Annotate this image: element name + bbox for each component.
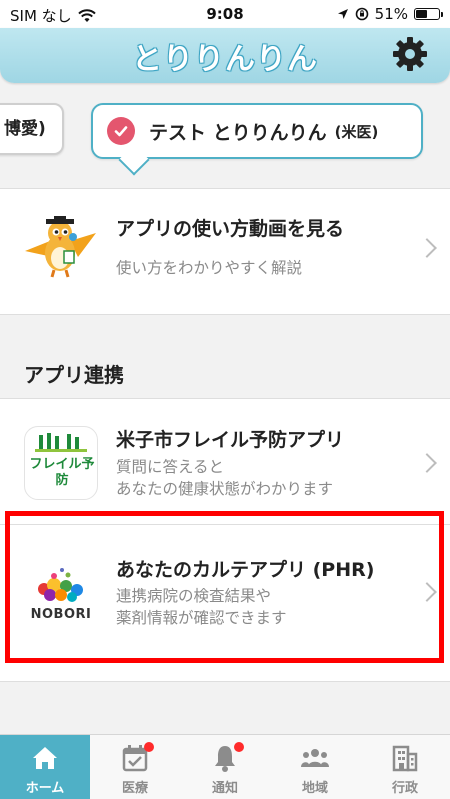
notification-badge <box>144 742 154 752</box>
battery-level <box>416 10 427 18</box>
tab-label: 行政 <box>391 781 418 796</box>
tutorial-card: アプリの使い方動画を見る 使い方をわかりやすく解説 <box>0 188 450 315</box>
profile-chip-selected[interactable]: テスト とりりんりん (米医) <box>91 103 423 176</box>
gear-icon[interactable] <box>390 34 430 74</box>
app-logo: とりりんりん <box>132 42 318 77</box>
tab-label: ホーム <box>25 781 65 796</box>
list-item-frailty-app[interactable]: フレイル予防 米子市フレイル予防アプリ 質問に答えると あなたの健康状態がわかり… <box>0 399 450 525</box>
chip-pointer <box>118 144 150 176</box>
check-icon <box>107 117 135 145</box>
selected-profile-name: テスト とりりんりん <box>149 121 327 144</box>
tab-medical[interactable]: 医療 <box>90 735 180 799</box>
location-arrow-icon <box>337 9 348 19</box>
home-icon <box>33 747 57 769</box>
tab-label: 医療 <box>121 781 148 796</box>
selected-profile-hospital: (米医) <box>334 122 379 141</box>
tab-home[interactable]: ホーム <box>0 735 90 799</box>
section-title-app-links: アプリ連携 <box>24 363 124 387</box>
chevron-right-icon <box>417 238 437 258</box>
frailty-app-subtitle-line2: あなたの健康状態がわかります <box>116 480 334 498</box>
tab-label: 通知 <box>211 781 238 796</box>
battery-percent: 51% <box>374 5 408 23</box>
tutorial-video-item[interactable]: アプリの使い方動画を見る 使い方をわかりやすく解説 <box>0 189 450 314</box>
tutorial-title: アプリの使い方動画を見る <box>116 218 345 240</box>
tab-bar: ホーム 医療 通知 地域 行政 <box>0 734 450 799</box>
building-icon <box>392 745 418 772</box>
frailty-app-icon: フレイル予防 <box>24 426 98 500</box>
tab-community[interactable]: 地域 <box>270 735 360 799</box>
frailty-app-title: 米子市フレイル予防アプリ <box>116 429 345 451</box>
bird-mascot-icon <box>25 216 96 278</box>
profile-chip-other[interactable]: 博愛) <box>0 103 64 155</box>
battery-icon <box>414 8 443 20</box>
orientation-lock-icon <box>355 7 368 21</box>
notification-badge <box>234 742 244 752</box>
people-icon <box>301 749 329 767</box>
highlight-box <box>5 511 444 663</box>
profile-selector: 博愛) テスト とりりんりん (米医) <box>0 83 450 188</box>
chevron-right-icon <box>417 453 437 473</box>
tab-notifications[interactable]: 通知 <box>180 735 270 799</box>
frailty-app-subtitle-line1: 質問に答えると <box>116 458 225 476</box>
status-bar: SIM なし 9:08 51% <box>0 0 450 28</box>
tab-label: 地域 <box>301 781 328 796</box>
app-header: とりりんりん <box>0 28 450 83</box>
frailty-app-icon-label: フレイル予防 <box>29 457 95 488</box>
tab-government[interactable]: 行政 <box>360 735 450 799</box>
tutorial-subtitle: 使い方をわかりやすく解説 <box>116 259 303 277</box>
